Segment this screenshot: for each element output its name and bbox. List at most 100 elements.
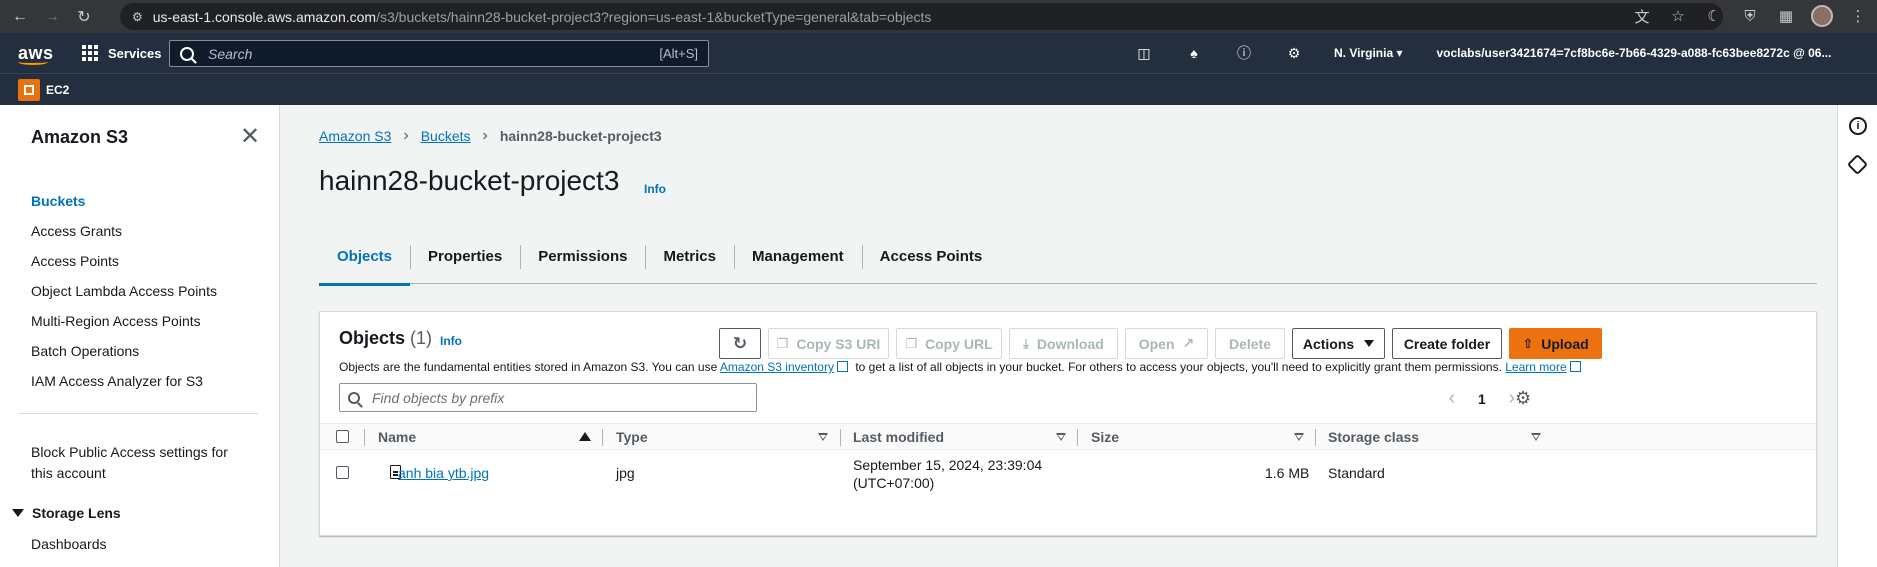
column-storage-class[interactable]: Storage class [1328, 429, 1419, 445]
sidebar-item-multi-region[interactable]: Multi-Region Access Points [31, 311, 217, 341]
filter-placeholder: Find objects by prefix [372, 389, 505, 406]
sidebar-item-access-points[interactable]: Access Points [31, 251, 217, 281]
tab-metrics[interactable]: Metrics [645, 229, 734, 284]
tab-permissions[interactable]: Permissions [520, 229, 645, 284]
aws-top-nav: aws Services Search [Alt+S] ◫ ♠ ⓘ ⚙ N. V… [0, 33, 1877, 73]
tab-access-points[interactable]: Access Points [861, 229, 1001, 284]
objects-panel: Objects (1) Info ↻ ❐ Copy S3 URI ❐ Copy UR… [319, 311, 1817, 536]
delete-button[interactable]: Delete [1215, 328, 1285, 359]
object-last-modified: September 15, 2024, 23:39:04 (UTC+07:00) [853, 457, 1043, 491]
dark-mode-icon[interactable]: ☾ [1703, 5, 1725, 27]
tab-objects[interactable]: Objects [319, 229, 411, 286]
object-size: 1.6 MB [1265, 465, 1310, 481]
extensions-icon[interactable]: ▦ [1775, 5, 1797, 27]
sort-icon[interactable] [1056, 433, 1066, 441]
help-icon[interactable]: ⓘ [1234, 43, 1254, 63]
ec2-service-icon[interactable] [18, 78, 40, 101]
profile-avatar[interactable] [1811, 5, 1833, 27]
learn-more-link[interactable]: Learn more [1505, 360, 1566, 374]
sidebar-item-buckets[interactable]: Buckets [31, 191, 217, 221]
copy-icon: ❐ [905, 335, 917, 351]
browser-toolbar: ← → ↻ ⚙ us-east-1.console.aws.amazon.com… [0, 0, 1877, 33]
sort-icon[interactable] [1531, 433, 1541, 441]
objects-description: Objects are the fundamental entities sto… [339, 360, 1585, 374]
upload-button[interactable]: ⇧ Upload [1509, 328, 1602, 359]
breadcrumb-amazon-s3[interactable]: Amazon S3 [319, 128, 391, 144]
region-selector[interactable]: N. Virginia ▾ [1334, 46, 1403, 60]
forward-icon[interactable]: → [40, 5, 64, 29]
cloudshell-icon[interactable]: ◫ [1134, 43, 1154, 63]
breadcrumb: Amazon S3 › Buckets › hainn28-bucket-pro… [319, 127, 662, 145]
tab-management[interactable]: Management [733, 229, 862, 284]
page-info-link[interactable]: Info [644, 182, 666, 196]
sidebar-item-access-grants[interactable]: Access Grants [31, 221, 217, 251]
sidebar-item-dashboards[interactable]: Dashboards [31, 536, 107, 552]
object-storage-class: Standard [1328, 465, 1385, 481]
sidebar-title: Amazon S3 [31, 127, 129, 147]
pagination: ‹ 1 › [1442, 387, 1522, 410]
actions-dropdown[interactable]: Actions [1292, 328, 1385, 359]
tab-properties[interactable]: Properties [410, 229, 520, 284]
ec2-favorite-link[interactable]: EC2 [46, 83, 69, 97]
current-page[interactable]: 1 [1478, 391, 1486, 407]
external-link-icon [1569, 361, 1581, 372]
objects-info-link[interactable]: Info [440, 334, 462, 348]
url-text: us-east-1.console.aws.amazon.com/s3/buck… [152, 8, 932, 25]
back-icon[interactable]: ← [8, 5, 32, 29]
sidebar-item-block-public-access[interactable]: Block Public Access settings for this ac… [31, 442, 241, 484]
object-name-link[interactable]: anh bia ytb.jpg [398, 465, 489, 481]
sort-icon[interactable] [818, 433, 828, 441]
favorites-bar: EC2 [0, 73, 1877, 105]
column-name[interactable]: Name [378, 429, 416, 445]
sidebar-item-iam-analyzer[interactable]: IAM Access Analyzer for S3 [31, 371, 217, 401]
column-size[interactable]: Size [1091, 429, 1119, 445]
settings-gear-icon[interactable]: ⚙ [1284, 43, 1304, 63]
console-search-input[interactable]: Search [Alt+S] [169, 40, 709, 67]
object-type: jpg [616, 465, 635, 481]
sort-ascending-icon[interactable] [579, 432, 591, 441]
page-title: hainn28-bucket-project3 [319, 165, 620, 196]
sidebar-close-icon[interactable]: ✕ [240, 125, 260, 149]
column-separator [364, 429, 365, 446]
create-folder-button[interactable]: Create folder [1392, 328, 1502, 359]
sidebar-section-storage-lens[interactable]: Storage Lens [12, 505, 121, 521]
breadcrumb-buckets[interactable]: Buckets [421, 128, 471, 144]
table-header: Name Type Last modified Size Storage cla… [320, 423, 1816, 450]
s3-sidebar: Amazon S3 ✕ Buckets Access Grants Access… [0, 105, 280, 567]
translate-icon[interactable]: 文 [1631, 5, 1653, 27]
sidebar-item-object-lambda[interactable]: Object Lambda Access Points [31, 281, 217, 311]
account-menu[interactable]: voclabs/user3421674=7cf8bc6e-7b66-4329-a… [1437, 46, 1832, 60]
sidebar-divider [19, 413, 258, 414]
address-bar[interactable]: ⚙ us-east-1.console.aws.amazon.com/s3/bu… [120, 3, 1723, 30]
s3-inventory-link[interactable]: Amazon S3 inventory [720, 360, 834, 374]
sidebar-item-batch-operations[interactable]: Batch Operations [31, 341, 217, 371]
previous-page-icon[interactable]: ‹ [1442, 387, 1462, 410]
services-menu[interactable]: Services [82, 45, 162, 61]
table-settings-gear-icon[interactable]: ⚙ [1515, 388, 1531, 409]
download-button[interactable]: ⤓ Download [1009, 328, 1118, 359]
site-info-icon[interactable]: ⚙ [132, 10, 143, 24]
table-row: anh bia ytb.jpg jpg September 15, 2024, … [320, 450, 1816, 496]
find-objects-input[interactable]: Find objects by prefix [339, 383, 757, 412]
shield-extension-icon[interactable]: ⛨ [1739, 5, 1761, 27]
copy-icon: ❐ [776, 335, 789, 351]
refresh-button[interactable]: ↻ [719, 328, 761, 359]
info-panel-icon[interactable]: i [1849, 117, 1867, 135]
select-all-checkbox[interactable] [336, 430, 349, 443]
open-button[interactable]: Open ↗ [1125, 328, 1208, 359]
column-last-modified[interactable]: Last modified [853, 429, 944, 445]
bookmark-star-icon[interactable]: ☆ [1667, 5, 1689, 27]
notifications-bell-icon[interactable]: ♠ [1184, 43, 1204, 63]
copy-url-button[interactable]: ❐ Copy URL [896, 328, 1002, 359]
search-shortcut: [Alt+S] [659, 46, 698, 61]
copy-s3-uri-button[interactable]: ❐ Copy S3 URI [768, 328, 889, 359]
reload-icon[interactable]: ↻ [72, 5, 96, 29]
sort-icon[interactable] [1294, 433, 1304, 441]
feedback-icon[interactable] [1846, 153, 1869, 176]
right-utility-rail: i [1837, 105, 1877, 567]
aws-logo[interactable]: aws [18, 44, 53, 65]
menu-kebab-icon[interactable]: ⋮ [1847, 5, 1869, 27]
column-separator [840, 429, 841, 446]
row-checkbox[interactable] [336, 466, 349, 479]
column-type[interactable]: Type [616, 429, 648, 445]
